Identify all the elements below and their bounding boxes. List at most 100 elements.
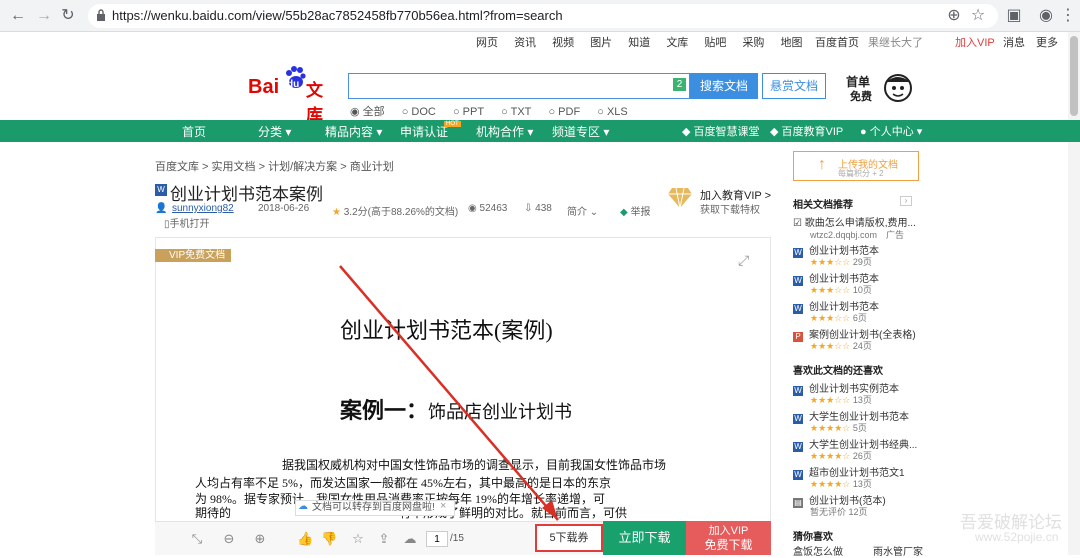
nav-user-center[interactable]: ● 个人中心 ▾ bbox=[860, 123, 922, 139]
favorite-star-icon[interactable]: ☆ bbox=[351, 532, 365, 546]
expand-icon[interactable]: ⤡ bbox=[190, 532, 204, 546]
fullscreen-icon[interactable]: ⤢ bbox=[738, 252, 749, 269]
also-meta: 暂无评价 12页 bbox=[810, 507, 868, 517]
vip-diamond-icon[interactable] bbox=[668, 186, 692, 208]
hot-badge: HOT bbox=[444, 121, 461, 127]
filter-doc[interactable]: ○ DOC bbox=[402, 106, 436, 118]
word-doc-icon: W bbox=[155, 184, 167, 196]
top-nav-link[interactable]: 地图 bbox=[781, 34, 803, 50]
top-nav-link[interactable]: 知道 bbox=[628, 34, 650, 50]
forward-icon[interactable]: → bbox=[34, 6, 54, 26]
top-nav-link[interactable]: 采购 bbox=[742, 34, 764, 50]
breadcrumb-item[interactable]: 商业计划 bbox=[350, 161, 394, 173]
thumbs-up-icon[interactable]: 👍 bbox=[297, 532, 313, 546]
zoom-out-icon[interactable]: ⊖ bbox=[222, 532, 236, 546]
page-number-input[interactable] bbox=[426, 531, 448, 547]
more-link[interactable]: 更多 bbox=[1036, 34, 1058, 49]
address-bar[interactable]: https://wenku.baidu.com/view/55b28ac7852… bbox=[88, 4, 998, 28]
nav-edu-vip[interactable]: ◆ 百度教育VIP bbox=[770, 123, 843, 139]
bookmark-star-icon[interactable]: ☆ bbox=[968, 6, 988, 26]
breadcrumb-item[interactable]: 实用文档 bbox=[212, 161, 256, 173]
messages-link[interactable]: 消息 bbox=[1003, 34, 1025, 49]
watermark-url: www.52pojie.cn bbox=[975, 530, 1059, 544]
filter-all[interactable]: ◉ 全部 bbox=[350, 106, 385, 118]
top-nav-link[interactable]: 文库 bbox=[666, 34, 688, 50]
report-link[interactable]: ◆ 举报 bbox=[620, 203, 650, 218]
back-icon[interactable]: ← bbox=[8, 6, 28, 26]
doc-views: ◉ 52463 bbox=[468, 203, 508, 214]
search-input[interactable] bbox=[348, 73, 690, 99]
breadcrumb: 百度文库 > 实用文档 > 计划/解决方案 > 商业计划 bbox=[155, 161, 394, 173]
search-badge: 2 bbox=[673, 78, 686, 91]
filter-xls[interactable]: ○ XLS bbox=[597, 106, 628, 118]
browser-toolbar: ← → ↻ https://wenku.baidu.com/view/55b28… bbox=[0, 0, 1080, 32]
cloud-save-icon[interactable]: ☁ bbox=[403, 532, 417, 546]
vip-download-line2: 免费下载 bbox=[704, 538, 753, 552]
url-text: https://wenku.baidu.com/view/55b28ac7852… bbox=[112, 8, 563, 23]
guess-title: 猜你喜欢 bbox=[793, 532, 833, 543]
download-now-button[interactable]: 立即下载 bbox=[603, 521, 686, 555]
ad-item[interactable]: ☑ 歌曲怎么申请版权,费用... bbox=[793, 214, 916, 229]
nav-certification[interactable]: 申请认证 bbox=[400, 123, 448, 140]
reload-icon[interactable]: ↻ bbox=[58, 6, 78, 26]
channel-nav-bar: 首页 分类 ▾ 精品内容 ▾ 申请认证 HOT 机构合作 ▾ 频道专区 ▾ ◆ … bbox=[0, 120, 1080, 142]
top-nav-link[interactable]: 图片 bbox=[590, 34, 612, 50]
zoom-in-icon[interactable]: ⊕ bbox=[253, 532, 267, 546]
top-nav-link[interactable]: 视频 bbox=[552, 34, 574, 50]
home-link[interactable]: 百度首页 bbox=[815, 34, 859, 49]
upload-arrow-icon: ↑ bbox=[818, 156, 826, 173]
mobile-open-link[interactable]: ▯手机打开 bbox=[164, 215, 210, 230]
vip-free-download-button[interactable]: 加入VIP 免费下载 bbox=[686, 521, 771, 555]
top-nav-link[interactable]: 网页 bbox=[476, 34, 498, 50]
logo-bai: Bai bbox=[248, 76, 280, 98]
profile-icon[interactable]: ◉ bbox=[1036, 6, 1056, 26]
also-meta: ★★★☆☆ 13页 bbox=[810, 395, 872, 405]
top-nav-link[interactable]: 贴吧 bbox=[704, 34, 726, 50]
related-meta: ★★★☆☆ 6页 bbox=[810, 313, 867, 323]
also-meta: ★★★★☆ 13页 bbox=[810, 479, 872, 489]
related-meta: ★★★☆☆ 24页 bbox=[810, 341, 872, 351]
filter-ppt[interactable]: ○ PPT bbox=[453, 106, 484, 118]
top-nav-link[interactable]: 资讯 bbox=[514, 34, 536, 50]
search-button[interactable]: 搜索文档 bbox=[690, 73, 758, 99]
upload-sublabel: 每篇积分 + 2 bbox=[838, 169, 884, 178]
scrollbar-thumb[interactable] bbox=[1070, 36, 1078, 116]
author-link[interactable]: sunnyxiong82 bbox=[172, 203, 234, 214]
nav-smart-classroom[interactable]: ◆ 百度智慧课堂 bbox=[682, 123, 760, 139]
extension-icon[interactable]: ▣ bbox=[1004, 6, 1024, 26]
nav-home[interactable]: 首页 bbox=[182, 123, 206, 140]
reward-doc-button[interactable]: 悬赏文档 bbox=[762, 73, 826, 99]
nav-partnership[interactable]: 机构合作 ▾ bbox=[476, 123, 533, 140]
user-name-link[interactable]: 果继长大了 bbox=[868, 34, 923, 49]
nav-premium[interactable]: 精品内容 ▾ bbox=[325, 123, 382, 140]
menu-icon[interactable]: ⋮ bbox=[1058, 6, 1078, 26]
filter-txt[interactable]: ○ TXT bbox=[501, 106, 531, 118]
related-docs-title: 相关文档推荐 bbox=[793, 200, 853, 211]
intro-dropdown[interactable]: 简介 ⌄ bbox=[567, 203, 598, 218]
baidu-wenku-logo[interactable]: Bai du 文库 bbox=[248, 66, 338, 125]
filter-pdf[interactable]: ○ PDF bbox=[548, 106, 580, 118]
nav-category[interactable]: 分类 ▾ bbox=[258, 123, 291, 140]
upload-doc-button[interactable]: ↑ 上传我的文档 每篇积分 + 2 bbox=[793, 151, 919, 181]
next-icon[interactable]: › bbox=[900, 196, 912, 206]
author-avatar-icon: 👤 bbox=[155, 203, 168, 214]
guess-item[interactable]: 雨水管厂家 bbox=[873, 543, 923, 558]
nav-channels[interactable]: 频道专区 ▾ bbox=[552, 123, 609, 140]
mascot-icon[interactable] bbox=[880, 72, 916, 104]
also-meta: ★★★★☆ 26页 bbox=[810, 451, 872, 461]
zoom-icon[interactable]: ⊕ bbox=[944, 6, 964, 26]
thumbs-down-icon[interactable]: 👎 bbox=[321, 532, 337, 546]
logo-wenku: 文库 bbox=[306, 81, 323, 125]
breadcrumb-item[interactable]: 计划/解决方案 bbox=[268, 161, 337, 173]
logo-du: du bbox=[287, 79, 300, 90]
share-icon[interactable]: ⇪ bbox=[377, 532, 391, 546]
related-meta: ★★★☆☆ 10页 bbox=[810, 285, 872, 295]
join-vip-link[interactable]: 加入VIP bbox=[955, 34, 995, 49]
guess-item[interactable]: 盒饭怎么做 bbox=[793, 543, 843, 558]
vip-download-line1: 加入VIP bbox=[708, 525, 749, 537]
also-meta: ★★★★☆ 5页 bbox=[810, 423, 867, 433]
breadcrumb-item[interactable]: 百度文库 bbox=[155, 161, 199, 173]
coupon-download-button[interactable]: 5下载券 bbox=[535, 524, 603, 552]
lock-icon bbox=[97, 9, 105, 21]
related-meta: ★★★☆☆ 29页 bbox=[810, 257, 872, 267]
